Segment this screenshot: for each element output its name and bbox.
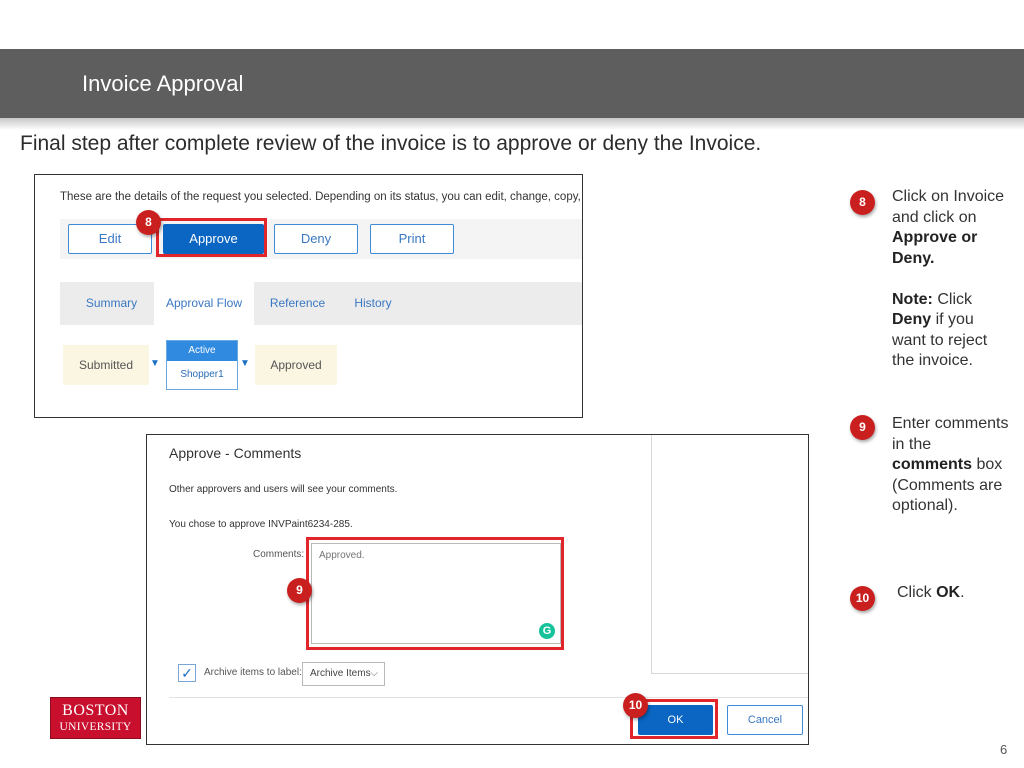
print-button[interactable]: Print — [370, 224, 454, 254]
logo-line-1: BOSTON — [62, 702, 129, 719]
flow-active-header: Active — [167, 341, 237, 361]
flow-step-submitted: Submitted — [63, 345, 149, 385]
step-9-instructions: Enter comments in the comments box (Comm… — [892, 414, 1008, 517]
step-9-badge-on-screenshot: 9 — [287, 578, 312, 603]
archive-checkbox[interactable]: ✓ — [178, 664, 196, 682]
visibility-note: Other approvers and users will see your … — [169, 484, 398, 495]
dialog-divider — [169, 697, 808, 698]
cancel-button[interactable]: Cancel — [727, 705, 803, 735]
step-9-line: box — [972, 456, 1003, 473]
request-details-screenshot: These are the details of the request you… — [34, 174, 583, 418]
step-8-badge: 8 — [850, 190, 875, 215]
step-8-badge-on-screenshot: 8 — [136, 210, 161, 235]
flow-arrow-icon: ▼ — [150, 358, 160, 369]
details-tab-bar: Summary Approval Flow Reference History — [60, 282, 582, 325]
dialog-title: Approve - Comments — [169, 445, 302, 461]
step-8-line: Click on Invoice — [892, 188, 1005, 205]
flow-step-approved: Approved — [255, 345, 337, 385]
step-8-line: and click on — [892, 208, 977, 226]
request-intro-text: These are the details of the request you… — [60, 191, 583, 203]
chevron-down-icon: ⌵ — [370, 668, 378, 679]
flow-active-user: Shopper1 — [180, 369, 224, 380]
header-shadow — [0, 118, 1024, 130]
flow-arrow-icon: ▼ — [240, 358, 250, 369]
archive-label: Archive items to label: — [204, 667, 302, 678]
step-10-text: . — [960, 584, 965, 601]
archive-label-select[interactable]: Archive Items ⌵ — [302, 662, 385, 686]
dialog-side-panel — [651, 435, 808, 674]
note-text: if you — [931, 311, 974, 328]
step-9-badge: 9 — [850, 415, 875, 440]
step-9-line: Enter comments — [892, 415, 1009, 432]
slide-subtitle: Final step after complete review of the … — [20, 132, 762, 155]
approval-note: You chose to approve INVPaint6234-285. — [169, 519, 353, 530]
note-text: the invoice. — [892, 352, 973, 369]
note-label: Note: — [892, 290, 933, 308]
page-number: 6 — [1000, 742, 1008, 757]
step-8-bold: Deny. — [892, 249, 935, 267]
logo-line-2: UNIVERSITY — [59, 721, 132, 733]
boston-university-logo: BOSTON UNIVERSITY — [50, 697, 141, 739]
tab-history[interactable]: History — [340, 282, 406, 325]
step-8-instructions: Click on Invoice and click on Approve or… — [892, 187, 1004, 372]
step-8-bold: Approve or — [892, 229, 978, 246]
step-10-text: Click — [897, 584, 937, 601]
comments-label: Comments: — [253, 549, 305, 560]
step-10-badge-on-screenshot: 10 — [623, 693, 648, 718]
slide-title: Invoice Approval — [82, 71, 244, 96]
note-text: want to reject — [892, 331, 988, 349]
archive-select-value: Archive Items — [310, 668, 371, 679]
step-10-bold: OK — [936, 584, 961, 601]
note-deny: Deny — [892, 311, 932, 328]
note-text: Click — [932, 290, 972, 308]
step-10-instructions: Click OK. — [897, 583, 965, 604]
step-9-line: in the — [892, 435, 932, 453]
step-9-bold: comments — [892, 456, 973, 473]
tab-reference[interactable]: Reference — [260, 282, 335, 325]
deny-button[interactable]: Deny — [274, 224, 358, 254]
approve-highlight-box — [156, 218, 267, 257]
comments-highlight-box — [306, 537, 564, 650]
flow-step-active: Active Shopper1 — [166, 340, 238, 390]
tab-summary[interactable]: Summary — [74, 282, 149, 325]
step-9-line: optional). — [892, 497, 958, 514]
step-9-line: (Comments are — [892, 476, 1003, 494]
step-10-badge: 10 — [850, 586, 875, 611]
tab-approval-flow[interactable]: Approval Flow — [154, 282, 254, 325]
